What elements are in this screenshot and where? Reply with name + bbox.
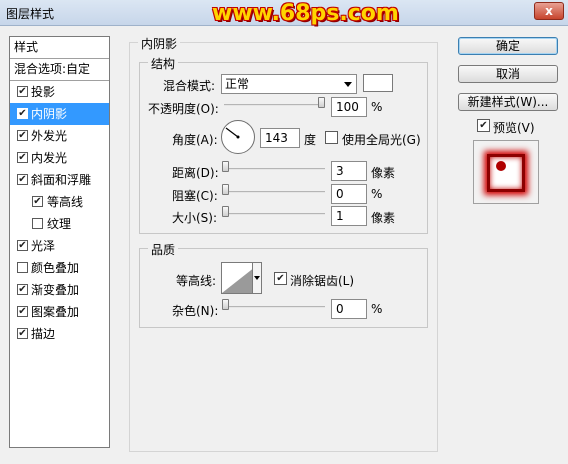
style-item-label: 斜面和浮雕 <box>31 173 92 187</box>
style-preview <box>473 140 539 204</box>
noise-slider-track[interactable] <box>224 306 325 308</box>
style-item-label: 内发光 <box>31 151 68 165</box>
blend-mode-value: 正常 <box>225 77 250 91</box>
ok-button[interactable]: 确定 <box>458 37 558 55</box>
style-item-checkbox[interactable]: ✔ <box>17 108 28 119</box>
styles-list: 样式 混合选项:自定 ✔ 投影 ✔ 内阴影 ✔ 外发光 ✔ 内发光 ✔ 斜面和浮雕 ✔ 等高线 纹理 ✔ 光… <box>9 36 110 448</box>
style-item[interactable]: ✔ 斜面和浮雕 <box>10 169 109 191</box>
style-item-checkbox[interactable]: ✔ <box>17 130 28 141</box>
distance-slider-thumb[interactable] <box>222 161 229 172</box>
title-bar: 图层样式 www.68ps.com x <box>0 0 568 26</box>
preview-check: ✔ <box>479 120 488 131</box>
style-item-checkbox[interactable]: ✔ <box>17 174 28 185</box>
angle-input[interactable]: 143 <box>260 128 300 148</box>
distance-label: 距离(D): <box>172 166 219 180</box>
style-item-label: 外发光 <box>31 129 68 143</box>
cancel-button[interactable]: 取消 <box>458 65 558 83</box>
preview-checkbox[interactable]: ✔ <box>477 119 490 132</box>
style-item[interactable]: ✔ 描边 <box>10 323 109 345</box>
style-item[interactable]: ✔ 等高线 <box>10 191 109 213</box>
global-light-checkbox[interactable] <box>325 131 338 144</box>
style-item-checkbox[interactable]: ✔ <box>32 196 43 207</box>
style-item[interactable]: ✔ 内发光 <box>10 147 109 169</box>
style-item[interactable]: ✔ 图案叠加 <box>10 301 109 323</box>
angle-dial-needle-icon <box>225 127 240 139</box>
style-item[interactable]: ✔ 渐变叠加 <box>10 279 109 301</box>
style-item-checkbox[interactable]: ✔ <box>17 306 28 317</box>
structure-legend: 结构 <box>148 55 179 72</box>
style-item-checkbox[interactable]: ✔ <box>17 152 28 163</box>
preview-thumbnail <box>487 154 525 192</box>
preview-label[interactable]: 预览(V) <box>493 119 535 136</box>
quality-legend: 品质 <box>148 241 179 258</box>
size-slider-track[interactable] <box>224 213 325 215</box>
choke-label: 阻塞(C): <box>172 189 218 203</box>
noise-slider-thumb[interactable] <box>222 299 229 310</box>
opacity-label: 不透明度(O): <box>148 102 219 116</box>
close-button[interactable]: x <box>534 2 564 20</box>
angle-label: 角度(A): <box>172 133 218 147</box>
preview-dot <box>496 161 506 171</box>
size-unit: 像素 <box>371 211 396 225</box>
watermark: www.68ps.com <box>212 1 399 26</box>
window-title: 图层样式 <box>6 7 55 21</box>
angle-dial[interactable] <box>221 120 255 154</box>
style-item[interactable]: 纹理 <box>10 213 109 235</box>
opacity-input[interactable]: 100 <box>331 97 367 117</box>
style-item-checkbox[interactable] <box>32 218 43 229</box>
style-item[interactable]: 颜色叠加 <box>10 257 109 279</box>
style-item-label: 等高线 <box>47 195 84 209</box>
style-item-label: 渐变叠加 <box>31 283 80 297</box>
new-style-button[interactable]: 新建样式(W)... <box>458 93 558 111</box>
noise-label: 杂色(N): <box>172 304 219 318</box>
style-item-label: 图案叠加 <box>31 305 80 319</box>
angle-unit: 度 <box>304 133 317 147</box>
inner-shadow-title: 内阴影 <box>138 35 181 52</box>
style-item-label: 颜色叠加 <box>31 261 80 275</box>
opacity-slider-track[interactable] <box>224 104 325 106</box>
choke-input[interactable]: 0 <box>331 184 367 204</box>
style-item[interactable]: ✔ 内阴影 <box>10 103 109 125</box>
style-item-label: 投影 <box>31 85 56 99</box>
style-item-label: 内阴影 <box>31 107 68 121</box>
blend-mode-select[interactable]: 正常 <box>221 74 357 94</box>
opacity-unit: % <box>371 100 383 114</box>
style-item-checkbox[interactable]: ✔ <box>17 86 28 97</box>
choke-slider-track[interactable] <box>224 191 325 193</box>
size-slider-thumb[interactable] <box>222 206 229 217</box>
global-light-label[interactable]: 使用全局光(G) <box>342 131 421 148</box>
styles-header[interactable]: 样式 <box>10 37 109 59</box>
size-input[interactable]: 1 <box>331 206 367 226</box>
shadow-color-swatch[interactable] <box>363 74 393 92</box>
style-item-checkbox[interactable]: ✔ <box>17 328 28 339</box>
choke-slider-thumb[interactable] <box>222 184 229 195</box>
anti-alias-check: ✔ <box>276 273 285 284</box>
distance-slider-track[interactable] <box>224 168 325 170</box>
style-item[interactable]: ✔ 投影 <box>10 81 109 103</box>
choke-unit: % <box>371 187 383 201</box>
opacity-slider-thumb[interactable] <box>318 97 325 108</box>
chevron-down-icon <box>344 82 352 87</box>
style-item[interactable]: ✔ 外发光 <box>10 125 109 147</box>
style-item-checkbox[interactable]: ✔ <box>17 240 28 251</box>
anti-alias-checkbox[interactable]: ✔ <box>274 272 287 285</box>
style-item[interactable]: ✔ 光泽 <box>10 235 109 257</box>
size-label: 大小(S): <box>172 211 218 225</box>
style-item-checkbox[interactable]: ✔ <box>17 284 28 295</box>
noise-unit: % <box>371 302 383 316</box>
style-item-checkbox[interactable] <box>17 262 28 273</box>
contour-dropdown-arrow[interactable] <box>252 262 262 294</box>
contour-label: 等高线: <box>176 274 217 288</box>
blending-options-item[interactable]: 混合选项:自定 <box>10 59 109 81</box>
style-item-label: 描边 <box>31 327 56 341</box>
style-item-label: 光泽 <box>31 239 56 253</box>
style-item-label: 纹理 <box>47 217 72 231</box>
anti-alias-label[interactable]: 消除锯齿(L) <box>290 272 354 289</box>
distance-input[interactable]: 3 <box>331 161 367 181</box>
noise-input[interactable]: 0 <box>331 299 367 319</box>
distance-unit: 像素 <box>371 166 396 180</box>
blend-mode-label: 混合模式: <box>163 79 216 93</box>
